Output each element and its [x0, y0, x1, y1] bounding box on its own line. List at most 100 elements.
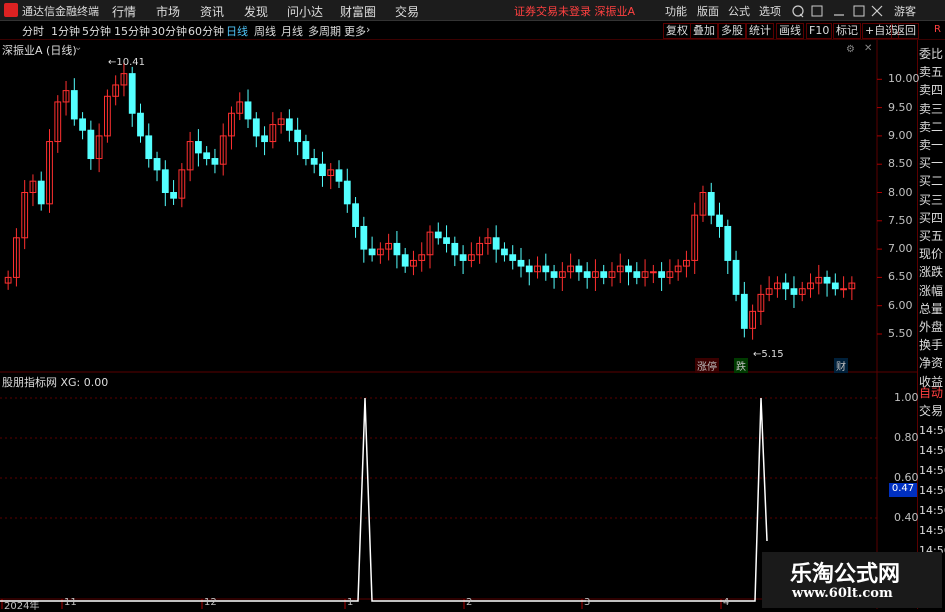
menu-ask[interactable]: 问小达 — [287, 3, 323, 20]
candle-body — [542, 265, 550, 273]
candle-body — [261, 135, 268, 143]
menu-market[interactable]: 市场 — [156, 3, 180, 20]
candle-body — [707, 192, 715, 216]
indicator-tick-label: 0.60 — [894, 471, 919, 484]
candle-body — [170, 192, 177, 199]
candlestick-series — [4, 61, 856, 340]
window-control-icons[interactable] — [792, 4, 884, 18]
app-title: 通达信金融终端 — [22, 5, 99, 18]
candle-body — [285, 118, 293, 131]
quote-field-label: 卖四 — [919, 83, 944, 98]
period-more[interactable]: 更多 — [344, 23, 366, 39]
candle-body — [600, 271, 608, 278]
period-15min[interactable]: 15分钟 — [114, 23, 150, 39]
indicator-tick-label: 1.00 — [894, 391, 919, 404]
event-tag-fall[interactable]: 跌 — [734, 358, 748, 373]
candle-body — [501, 248, 508, 256]
time-tick-label: 2 — [466, 597, 473, 608]
time-tick-label: 11 — [64, 597, 77, 608]
candle-body — [352, 203, 359, 227]
event-tag-finance[interactable]: 财 — [834, 358, 848, 373]
candle-body — [79, 118, 86, 131]
more-chevron-icon[interactable]: › — [366, 23, 370, 36]
menu-discover[interactable]: 发现 — [244, 3, 268, 20]
chart-close-icon[interactable]: ✕ — [864, 43, 872, 54]
period-1min[interactable]: 1分钟 — [51, 23, 80, 39]
menu-options[interactable]: 选项 — [759, 3, 781, 19]
candle-body — [434, 231, 442, 239]
time-tick-label: 1 — [347, 597, 354, 608]
event-tag-limit-up[interactable]: 涨停 — [695, 358, 719, 373]
stats-button[interactable]: 统计 — [746, 23, 774, 39]
candle-body — [583, 271, 591, 278]
quote-field-label: 涨跌 — [919, 265, 944, 280]
period-multi[interactable]: 多周期 — [308, 23, 341, 39]
auto-trade-label[interactable]: 自动 — [919, 384, 945, 402]
candle-body — [443, 237, 450, 244]
period-monthly[interactable]: 月线 — [281, 23, 303, 39]
settings-gear-icon[interactable]: ⚙ — [846, 44, 855, 55]
candle-body — [310, 158, 318, 165]
candle-body — [87, 129, 95, 160]
candle-body — [550, 271, 558, 278]
tick-time-label: 14:56 — [919, 464, 945, 477]
draw-line-button[interactable]: 画线 — [776, 23, 804, 39]
candle-body — [294, 129, 302, 143]
menu-wealth[interactable]: 财富圈 — [340, 3, 376, 20]
candle-body — [211, 158, 219, 165]
auto-trade-label[interactable]: 交易 — [919, 402, 945, 420]
login-warning[interactable]: 证券交易未登录 深振业A — [514, 3, 635, 19]
period-daily[interactable]: 日线 — [226, 23, 248, 39]
period-weekly[interactable]: 周线 — [254, 23, 276, 39]
mark-button[interactable]: 标记 — [833, 23, 861, 39]
chart-area[interactable] — [0, 40, 917, 609]
watermark-url: www.60lt.com — [792, 586, 893, 601]
time-tick-label: 3 — [584, 597, 591, 608]
period-30min[interactable]: 30分钟 — [151, 23, 187, 39]
candle-body — [724, 225, 732, 261]
period-5min[interactable]: 5分钟 — [82, 23, 111, 39]
quote-field-label: 卖二 — [919, 119, 944, 134]
tick-time-label: 14:56 — [919, 504, 945, 517]
price-tick-label: 7.00 — [888, 242, 913, 256]
candle-body — [302, 141, 310, 160]
guest-button[interactable]: 游客 — [894, 3, 916, 19]
period-60min[interactable]: 60分钟 — [188, 23, 224, 39]
candle-body — [343, 180, 351, 205]
quote-field-label: 现价 — [919, 247, 944, 262]
candle-body — [790, 288, 798, 295]
menu-news[interactable]: 资讯 — [200, 3, 224, 20]
candle-body — [37, 180, 45, 205]
price-tick-label: 8.00 — [888, 185, 913, 199]
candle-body — [525, 265, 533, 273]
menu-formula[interactable]: 公式 — [728, 3, 750, 19]
quote-field-label: 买二 — [919, 174, 944, 189]
dropdown-chevron-icon[interactable]: ⌄ — [74, 42, 82, 53]
menu-trade[interactable]: 交易 — [395, 3, 419, 20]
r-badge: R — [934, 24, 941, 35]
signal-series — [0, 397, 768, 602]
menu-layout[interactable]: 版面 — [697, 3, 719, 19]
quote-field-label: 卖五 — [919, 65, 944, 80]
overlay-button[interactable]: 叠加 — [690, 23, 718, 39]
candle-body — [625, 265, 632, 273]
f10-button[interactable]: F10 — [806, 23, 833, 39]
xg-signal-line — [0, 397, 768, 602]
menu-quotes[interactable]: 行情 — [112, 3, 136, 20]
period-timeshare[interactable]: 分时 — [22, 23, 44, 39]
candle-body — [823, 276, 831, 284]
quote-field-label: 净资 — [919, 356, 944, 371]
candle-body — [252, 118, 260, 137]
price-tick-label: 7.50 — [888, 213, 913, 227]
indicator-tick-label: 0.40 — [894, 511, 919, 524]
price-tick-label: 10.00 — [888, 72, 920, 86]
quote-field-label: 总量 — [919, 301, 944, 316]
candle-body — [335, 169, 343, 182]
multi-stock-button[interactable]: 多股 — [718, 23, 746, 39]
back-button[interactable]: 返回 — [891, 23, 919, 39]
menu-function[interactable]: 功能 — [665, 3, 687, 19]
adjust-button[interactable]: 复权 — [663, 23, 691, 39]
quote-field-label: 买五 — [919, 229, 944, 243]
candle-body — [517, 259, 525, 267]
candle-body — [451, 242, 459, 256]
